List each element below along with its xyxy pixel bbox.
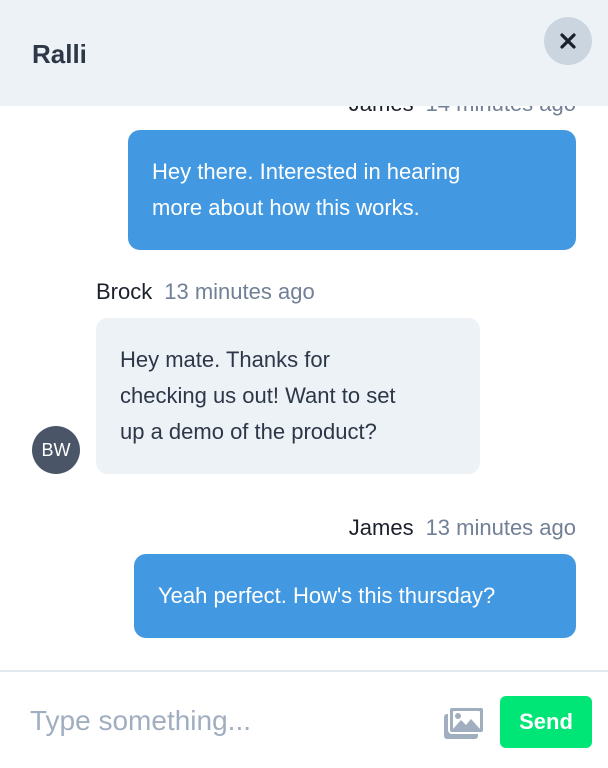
message-line: checking us out! Want to set (120, 383, 396, 408)
message-input[interactable] (30, 696, 430, 746)
chat-window: James14 minutes ago Hey there. Intereste… (0, 0, 608, 768)
message-time: 13 minutes ago (164, 279, 315, 304)
message-line: up a demo of the product? (120, 419, 377, 444)
image-icon (444, 706, 485, 739)
message-line: more about how this works. (152, 195, 420, 220)
avatar: BW (32, 426, 80, 474)
message-line: Hey mate. Thanks for (120, 347, 330, 372)
message-bubble-incoming: Hey mate. Thanks for checking us out! Wa… (96, 318, 480, 474)
image-upload-button[interactable] (443, 706, 485, 740)
message-author: James (348, 515, 414, 540)
message-author: Brock (96, 279, 153, 304)
close-icon (560, 33, 576, 49)
chat-title: Ralli (32, 39, 87, 69)
message-time: 13 minutes ago (425, 515, 576, 540)
message-bubble-outgoing: Hey there. Interested in hearing more ab… (128, 130, 576, 250)
message-composer: Send (0, 670, 608, 768)
send-button[interactable]: Send (500, 696, 592, 748)
message-line: Yeah perfect. How's this thursday? (158, 583, 496, 608)
message-bubble-outgoing: Yeah perfect. How's this thursday? (134, 554, 576, 638)
chat-header: Ralli (0, 0, 608, 106)
message-meta: Brock 13 minutes ago (96, 278, 315, 306)
close-button[interactable] (544, 17, 592, 65)
message-line: Hey there. Interested in hearing (152, 159, 461, 184)
message-meta: James 13 minutes ago (349, 514, 576, 542)
